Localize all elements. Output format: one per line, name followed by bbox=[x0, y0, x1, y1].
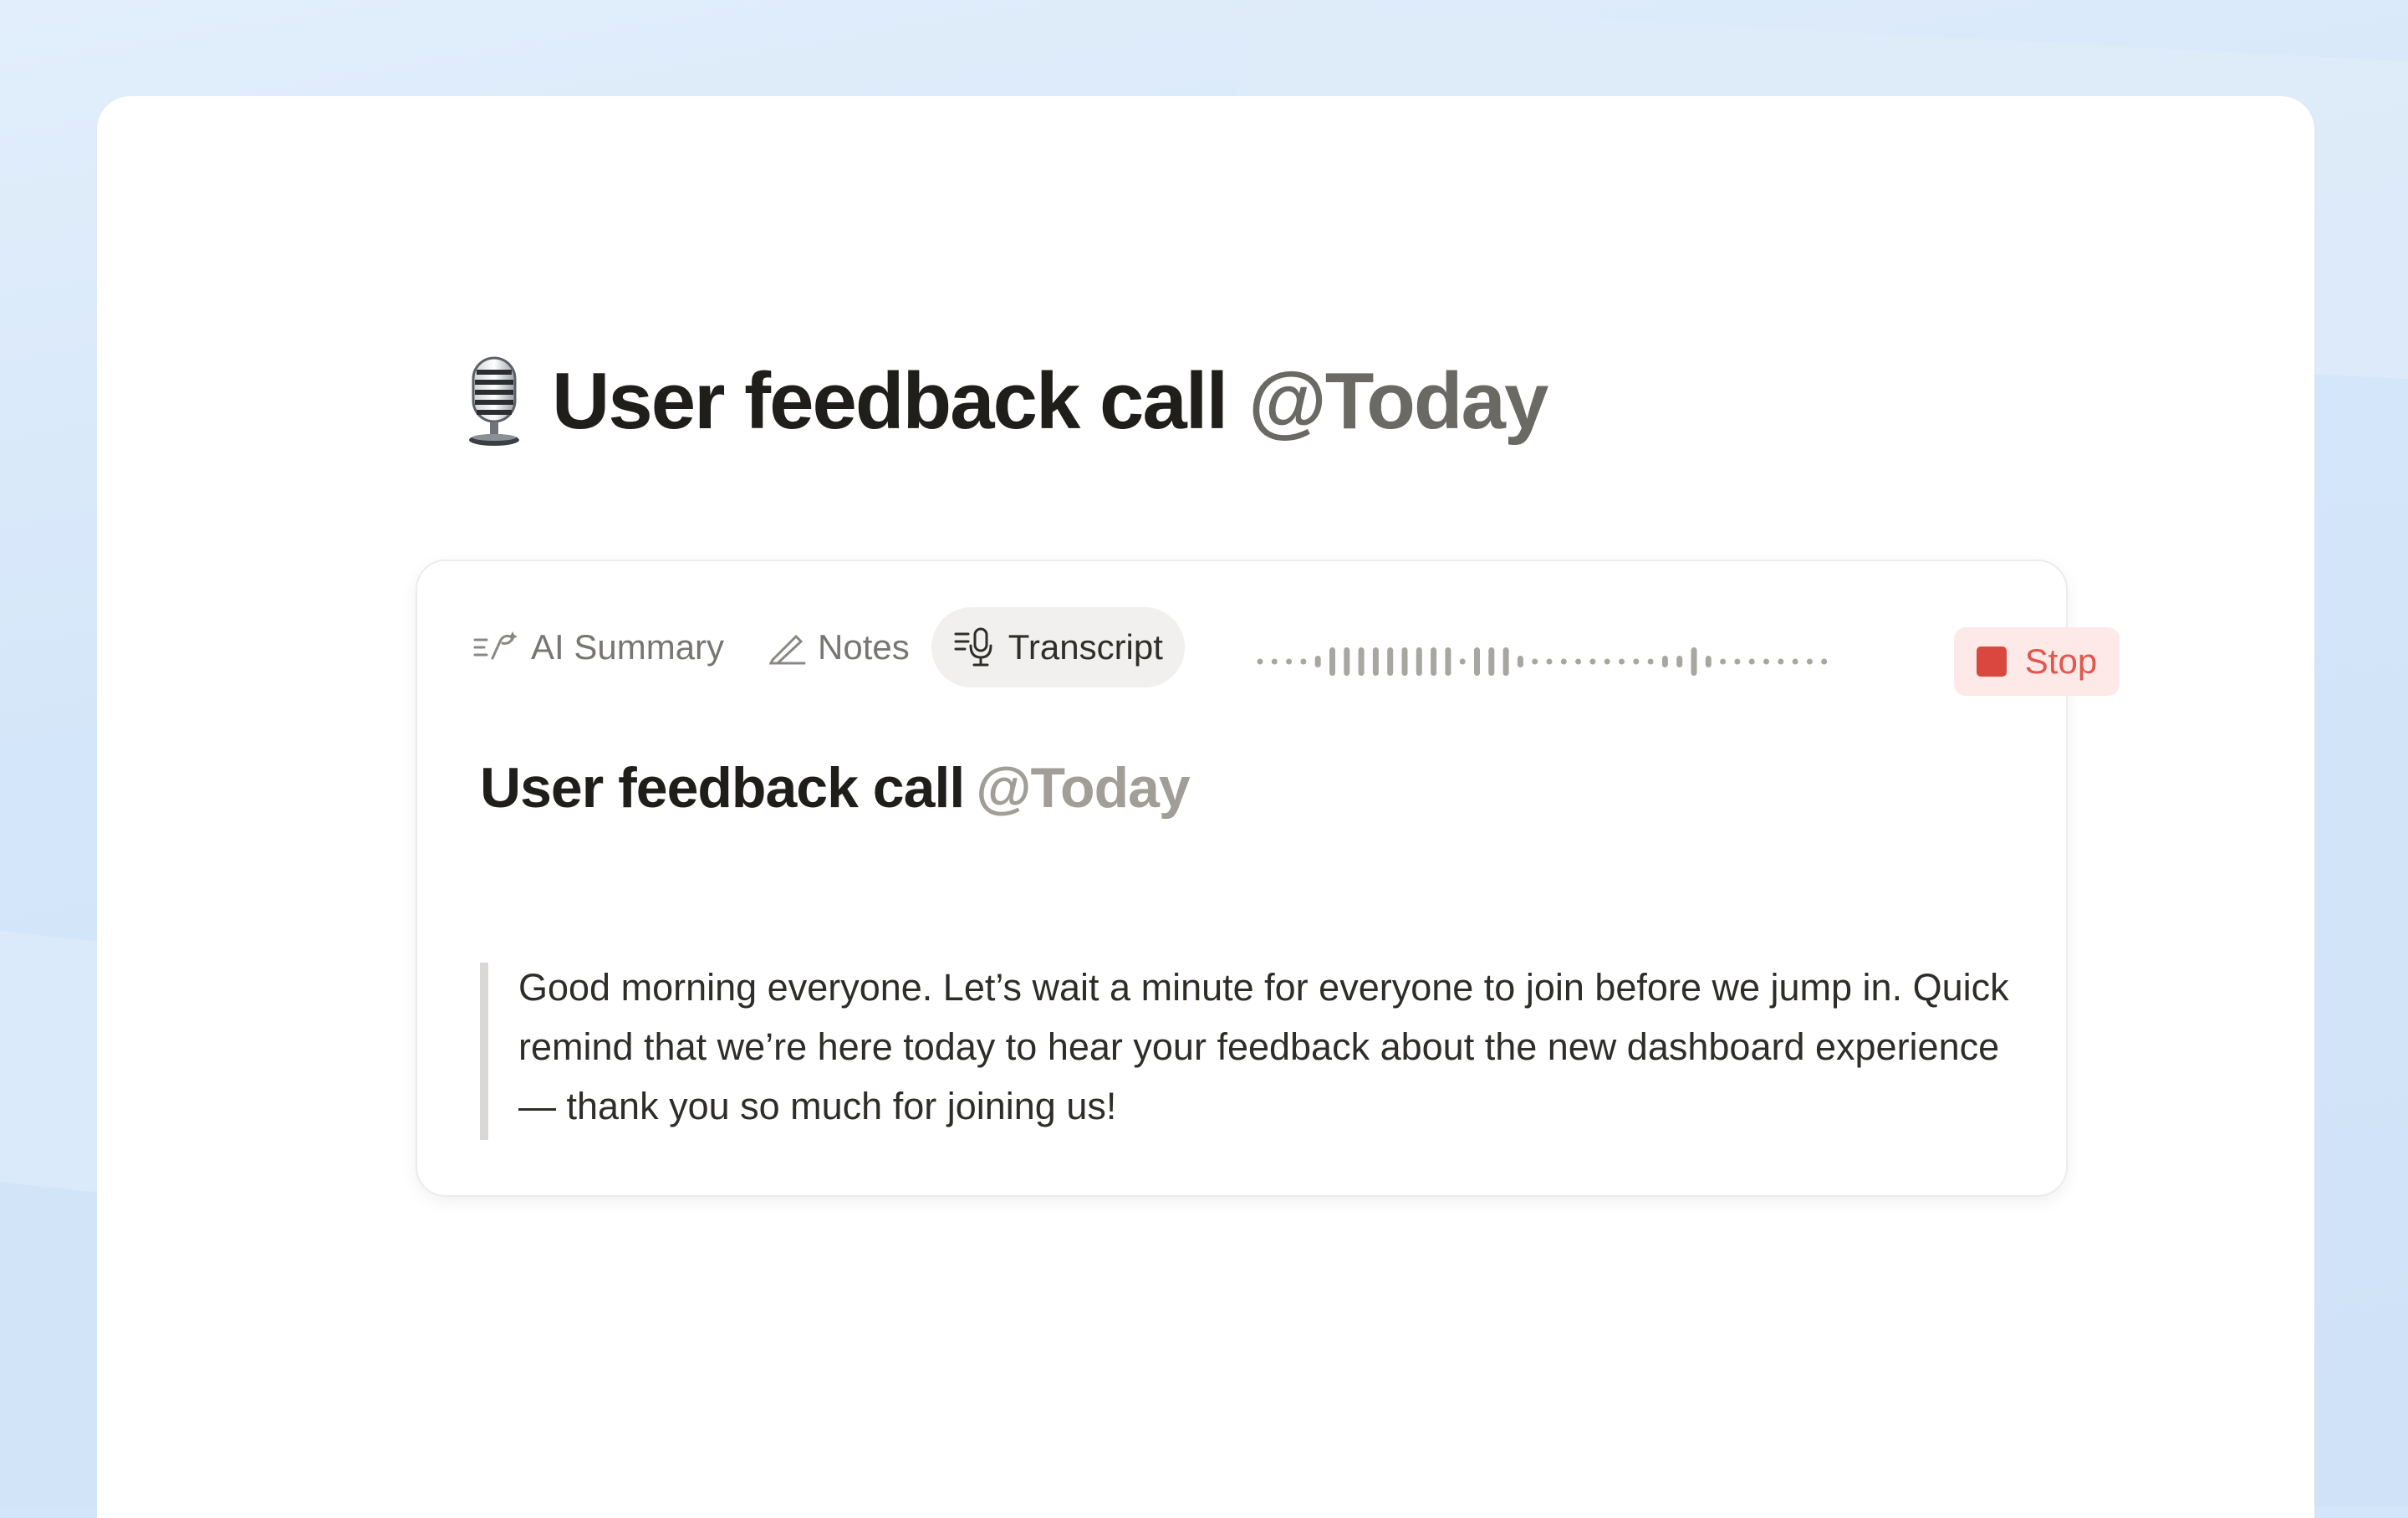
page-title: User feedback call @Today bbox=[552, 355, 1548, 447]
meeting-tabs: AI Summary Notes Transcript bbox=[451, 607, 1185, 687]
waveform-bar bbox=[1691, 647, 1697, 676]
waveform-bar bbox=[1661, 656, 1668, 667]
tab-notes[interactable]: Notes bbox=[746, 607, 931, 687]
transcript-quote: Good morning everyone. Let’s wait a minu… bbox=[480, 963, 2018, 1140]
waveform-bar bbox=[1734, 658, 1741, 665]
waveform-bar bbox=[1257, 658, 1263, 665]
page-canvas: User feedback call @Today AI Summary Not… bbox=[97, 96, 2314, 1518]
waveform-bar bbox=[1271, 658, 1278, 665]
waveform-bar bbox=[1372, 647, 1379, 676]
waveform-bar bbox=[1546, 658, 1553, 665]
waveform-bar bbox=[1286, 658, 1293, 665]
waveform-bar bbox=[1748, 658, 1755, 665]
waveform-bar bbox=[1416, 647, 1422, 676]
page-header: User feedback call @Today bbox=[462, 339, 1548, 464]
transcript-heading-text: User feedback call bbox=[480, 756, 965, 820]
stop-label: Stop bbox=[2024, 641, 2098, 681]
waveform-bar bbox=[1619, 658, 1625, 665]
tab-label: Notes bbox=[818, 627, 910, 667]
audio-waveform bbox=[1257, 647, 1828, 676]
transcript-text: Good morning everyone. Let’s wait a minu… bbox=[518, 966, 2009, 1127]
waveform-bar bbox=[1517, 656, 1523, 667]
waveform-bar bbox=[1604, 658, 1610, 665]
waveform-bar bbox=[1647, 658, 1654, 665]
waveform-bar bbox=[1821, 658, 1828, 665]
date-mention[interactable]: @Today bbox=[976, 756, 1191, 820]
waveform-bar bbox=[1778, 658, 1784, 665]
tab-ai-summary[interactable]: AI Summary bbox=[451, 607, 746, 687]
waveform-bar bbox=[1314, 656, 1321, 667]
waveform-bar bbox=[1474, 647, 1480, 676]
waveform-bar bbox=[1300, 658, 1307, 665]
pencil-icon bbox=[768, 634, 806, 665]
ai-summary-icon bbox=[473, 631, 518, 660]
waveform-bar bbox=[1589, 658, 1596, 665]
waveform-bar bbox=[1560, 658, 1567, 665]
page-title-text: User feedback call bbox=[552, 356, 1228, 446]
stop-recording-button[interactable]: Stop bbox=[1954, 627, 2120, 696]
meeting-notes-block: AI Summary Notes Transcript Stop User fe… bbox=[416, 560, 2120, 1197]
studio-microphone-icon bbox=[462, 355, 527, 448]
waveform-bar bbox=[1344, 647, 1350, 676]
date-mention[interactable]: @Today bbox=[1248, 356, 1548, 446]
waveform-bar bbox=[1575, 658, 1582, 665]
waveform-bar bbox=[1792, 658, 1798, 665]
waveform-bar bbox=[1358, 647, 1365, 676]
tab-label: Transcript bbox=[1008, 627, 1163, 667]
waveform-bar bbox=[1401, 647, 1408, 676]
transcript-mic-icon bbox=[954, 627, 992, 667]
waveform-bar bbox=[1763, 658, 1769, 665]
tab-transcript[interactable]: Transcript bbox=[931, 607, 1185, 687]
waveform-bar bbox=[1459, 658, 1466, 665]
waveform-bar bbox=[1806, 658, 1813, 665]
waveform-bar bbox=[1387, 647, 1394, 676]
waveform-bar bbox=[1329, 647, 1335, 676]
stop-icon bbox=[1976, 647, 2007, 677]
waveform-bar bbox=[1705, 656, 1712, 667]
waveform-bar bbox=[1445, 647, 1451, 676]
waveform-bar bbox=[1633, 658, 1640, 665]
waveform-bar bbox=[1488, 647, 1495, 676]
waveform-bar bbox=[1720, 658, 1727, 665]
waveform-bar bbox=[1532, 658, 1538, 665]
waveform-bar bbox=[1676, 656, 1683, 667]
waveform-bar bbox=[1502, 647, 1509, 676]
waveform-bar bbox=[1431, 647, 1437, 676]
transcript-heading: User feedback call @Today bbox=[480, 755, 1191, 820]
tab-label: AI Summary bbox=[531, 627, 725, 667]
